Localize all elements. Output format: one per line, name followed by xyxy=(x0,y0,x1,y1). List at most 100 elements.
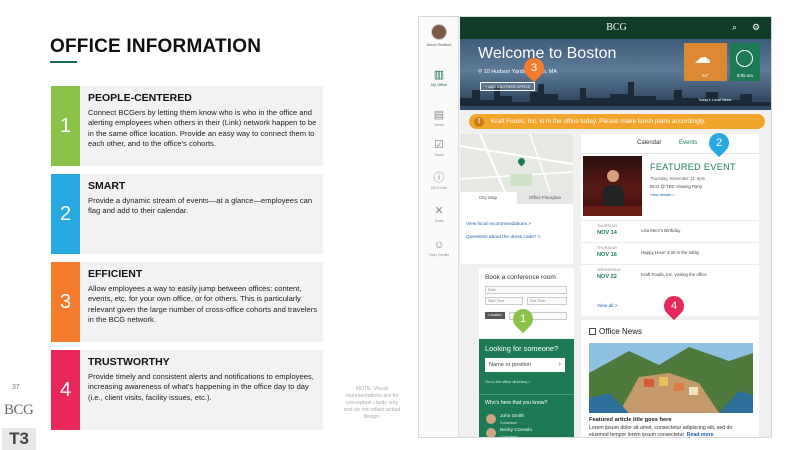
marker-number: 3 xyxy=(530,62,538,74)
office-news-header: Office News xyxy=(589,327,642,336)
local-news-link[interactable]: Today's Local News xyxy=(698,98,731,102)
sidebar-item-label: News xyxy=(434,123,444,127)
conference-title: Book a conference room xyxy=(485,274,556,281)
recommendations-link[interactable]: View local recommendations > xyxy=(466,222,531,227)
who-is-here-title: Who's here that you know? xyxy=(485,400,548,406)
news-article-title[interactable]: Featured article title goes here xyxy=(589,417,672,423)
alert-icon: ! xyxy=(474,116,484,127)
card-efficient: 3 EFFICIENT Allow employees a way to eas… xyxy=(51,262,323,342)
people-search-title: Looking for someone? xyxy=(485,344,559,353)
clock-tile[interactable]: 9:55 am xyxy=(730,43,760,81)
news-icon: ▤ xyxy=(433,109,445,121)
event-day: THURSDAY xyxy=(597,246,618,250)
marker-number: 1 xyxy=(519,313,527,325)
event-title: Lisa Merz's Birthday xyxy=(641,228,681,233)
card-title: SMART xyxy=(88,180,126,192)
add-office-button[interactable]: + ADD ANOTHER OFFICE xyxy=(480,82,536,91)
featured-event-image[interactable] xyxy=(583,156,642,216)
sidebar-item-tasks[interactable]: ☑ Tasks xyxy=(419,139,459,157)
view-all-events-link[interactable]: View all > xyxy=(597,304,618,309)
tab-calendar[interactable]: Calendar xyxy=(637,140,661,146)
newspaper-icon xyxy=(589,328,596,335)
date-field[interactable]: Date xyxy=(485,286,567,294)
card-title: TRUSTWORTHY xyxy=(88,356,170,368)
featured-event-description: BCG @ TED Viewing Party xyxy=(650,184,702,189)
office-address-text: 10 Hudson Yards, Boston, MA xyxy=(483,69,558,75)
coastal-town-photo xyxy=(589,343,753,413)
top-bar: BCG ⌕ ⚙ xyxy=(460,17,771,39)
sidebar-item-help-center[interactable]: ☺ Help Center xyxy=(419,239,459,257)
calendar-tabs: Calendar Events xyxy=(581,134,759,154)
avatar[interactable] xyxy=(431,24,447,40)
who-is-here-panel: Who's here that you know? John Smith Con… xyxy=(479,394,574,438)
card-body: Allow employees a way to easily jump bet… xyxy=(88,284,318,325)
hero-banner: Welcome to Boston ⚲ 10 Hudson Yards, Bos… xyxy=(460,39,771,110)
people-search-panel: Looking for someone? Name or position › … xyxy=(479,339,574,394)
alert-banner[interactable]: ! Kraft Foods, Inc. is in the office tod… xyxy=(469,114,765,129)
dress-code-link[interactable]: Questions about the dress code? > xyxy=(466,235,541,240)
app-mockup: Alexis Redford ▥ My Office ▤ News ☑ Task… xyxy=(418,16,772,438)
sidebar-item-tools[interactable]: ✕ Tools xyxy=(419,205,459,223)
read-more-link[interactable]: Read more xyxy=(687,432,714,437)
people-search-placeholder: Name or position xyxy=(489,362,532,368)
directory-link[interactable]: Go to the office directory > xyxy=(485,379,531,384)
tab-city-map[interactable]: City Map xyxy=(460,192,516,204)
sidebar: Alexis Redford ▥ My Office ▤ News ☑ Task… xyxy=(419,17,459,437)
alert-text: Kraft Foods, Inc. is in the office today… xyxy=(491,117,706,125)
people-search-input[interactable]: Name or position › xyxy=(485,358,565,372)
search-icon[interactable]: ⌕ xyxy=(732,22,737,33)
featured-event-date: Thursday, November 14, 6pm xyxy=(650,176,706,181)
sidebar-item-label: Help Center xyxy=(428,253,450,257)
sidebar-item-label: Tasks xyxy=(434,153,444,157)
speaker-photo xyxy=(583,170,642,216)
start-time-field[interactable]: Start Time xyxy=(485,297,523,305)
sidebar-item-bcg-info[interactable]: ⓘ BCG Info xyxy=(419,172,459,190)
person-role: Consultant xyxy=(500,435,518,438)
user-name: Alexis Redford xyxy=(426,43,452,47)
building-icon: ▥ xyxy=(433,69,445,81)
card-number: 1 xyxy=(51,86,80,166)
cloud-icon: ☁ xyxy=(694,48,711,67)
help-icon: ☺ xyxy=(433,239,445,251)
weather-label: 64° xyxy=(702,73,709,78)
featured-event-link[interactable]: View details > xyxy=(650,192,675,197)
end-time-field[interactable]: End Time xyxy=(527,297,567,305)
tab-office-floorplan[interactable]: Office Floorplan xyxy=(517,192,573,204)
weather-tile[interactable]: ☁ 64° xyxy=(684,43,727,81)
event-day: WEDNESDAY xyxy=(597,268,622,272)
person-name[interactable]: John Smith xyxy=(500,414,524,419)
location-select[interactable]: Location xyxy=(485,312,505,319)
arrow-right-icon[interactable]: › xyxy=(559,358,561,372)
avatar[interactable] xyxy=(486,414,496,424)
page-number: 37 xyxy=(12,384,20,391)
marker-4: 4 xyxy=(659,291,689,321)
office-news-panel: Office News Featured article title goes … xyxy=(581,320,759,437)
sidebar-item-label: BCG Info xyxy=(431,186,447,190)
card-body: Provide timely and consistent alerts and… xyxy=(88,372,314,402)
bcg-logo: BCG xyxy=(4,402,34,418)
card-people-centered: 1 PEOPLE-CENTERED Connect BCGers by lett… xyxy=(51,86,323,166)
card-number: 4 xyxy=(51,350,80,430)
welcome-heading: Welcome to Boston xyxy=(478,45,617,62)
event-row[interactable]: WEDNESDAY NOV 22 Kraft Foods, Inc. visit… xyxy=(581,264,759,286)
sidebar-item-my-office[interactable]: ▥ My Office xyxy=(419,69,459,87)
person-name[interactable]: Becky Consolo xyxy=(500,428,532,433)
event-row[interactable]: THURSDAY NOV 16 Happy Hour! 4:30 in the … xyxy=(581,242,759,264)
clock-icon xyxy=(736,50,753,67)
card-number: 2 xyxy=(51,174,80,254)
card-trustworthy: 4 TRUSTWORTHY Provide timely and consist… xyxy=(51,350,323,430)
sidebar-item-news[interactable]: ▤ News xyxy=(419,109,459,127)
city-map[interactable] xyxy=(460,134,573,192)
map-streets-image xyxy=(460,134,573,192)
avatar[interactable] xyxy=(486,428,496,437)
news-article-image[interactable] xyxy=(589,343,753,413)
event-row[interactable]: THURSDAY NOV 14 Lisa Merz's Birthday xyxy=(581,220,759,242)
gear-icon[interactable]: ⚙ xyxy=(752,22,760,33)
event-title: Kraft Foods, Inc. visiting the office xyxy=(641,272,707,277)
tab-events[interactable]: Events xyxy=(679,140,697,146)
time-label: 9:55 am xyxy=(736,73,754,78)
event-title: Happy Hour! 4:30 in the lobby xyxy=(641,250,700,255)
marker-number: 2 xyxy=(715,137,723,149)
title-underline xyxy=(50,61,77,63)
card-title: PEOPLE-CENTERED xyxy=(88,92,192,104)
